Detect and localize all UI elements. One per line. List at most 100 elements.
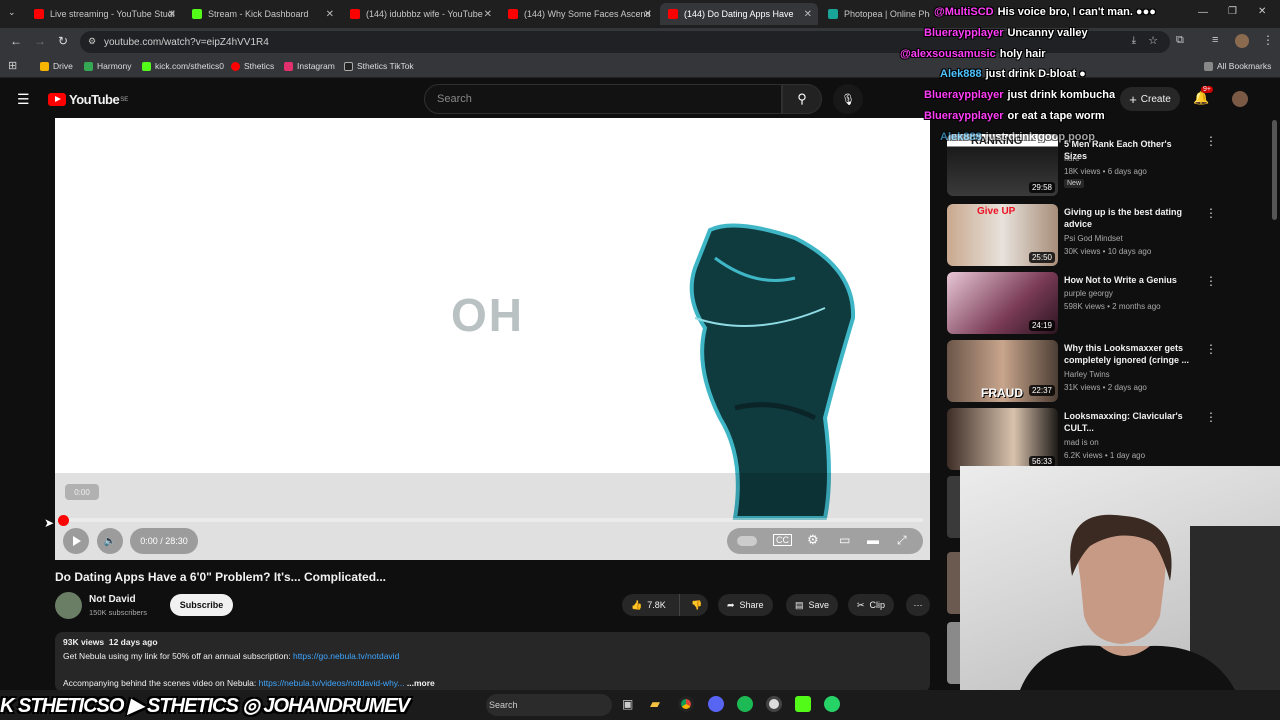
tab-1[interactable]: Stream - Kick Dashboard ✕ [184,3,340,25]
close-icon[interactable]: ✕ [644,9,652,20]
account-avatar[interactable] [1232,91,1248,107]
forward-icon[interactable]: → [34,34,46,48]
subscribe-button[interactable]: Subscribe [170,594,233,616]
search-icon: ⚲ [797,91,807,106]
bookmark-instagram[interactable]: Instagram [284,61,335,71]
video-thumbnail[interactable] [947,622,960,684]
share-button[interactable]: ➦ Share [718,594,773,616]
search-button[interactable]: ⚲ [782,84,822,114]
video-thumbnail[interactable] [947,476,960,538]
video-player[interactable]: OH 0:00 🔈 0:00 / 28:30 CC ⚙ ▭ ▬ ⤢ [55,118,930,560]
tab-2[interactable]: (144) idubbbz wife - YouTube ✕ [342,3,498,25]
nebula-link[interactable]: https://go.nebula.tv/notdavid [293,651,399,661]
recommendation-channel[interactable]: flare [1064,154,1080,163]
tab-3[interactable]: (144) Why Some Faces Ascend ✕ [500,3,658,25]
recommendation-channel[interactable]: Harley Twins [1064,370,1110,379]
tab-0[interactable]: Live streaming - YouTube Studi ✕ [26,3,182,25]
miniplayer-icon[interactable]: ▭ [839,533,850,547]
video-thumbnail[interactable]: Give UP 25:50 [947,204,1058,266]
more-options-icon[interactable]: ⋮ [1205,410,1217,424]
nebula-video-link[interactable]: https://nebula.tv/videos/notdavid-why... [259,678,405,688]
settings-icon[interactable]: ⚙ [807,532,819,548]
more-options-icon[interactable]: ⋮ [1205,134,1217,148]
more-options-icon[interactable]: ⋮ [1205,274,1217,288]
browser-menu-icon[interactable]: ⋮ [1262,33,1274,47]
bookmark-sthetics[interactable]: Sthetics [231,61,274,71]
recommendation-item[interactable]: 24:19 How Not to Write a Genius purple g… [947,272,1257,336]
video-thumbnail[interactable]: 56:33 [947,408,1058,470]
media-control-icon[interactable]: ≡ [1212,34,1218,46]
apps-icon[interactable]: ⊞ [8,59,17,72]
back-icon[interactable]: ← [10,34,22,48]
minimize-icon[interactable]: — [1198,7,1208,18]
site-info-icon[interactable]: ⚙ [88,36,96,47]
autoplay-toggle[interactable] [737,536,757,546]
recommendation-channel[interactable]: purple georgy [1064,289,1113,298]
recommendation-channel[interactable]: Psi God Mindset [1064,234,1123,243]
recommendation-item[interactable]: Give UP 25:50 Giving up is the best dati… [947,204,1257,268]
chrome-icon[interactable] [678,696,694,712]
taskbar-search[interactable]: Search [486,694,612,716]
tab-search-icon[interactable]: ⌄ [8,7,16,18]
theater-mode-icon[interactable]: ▬ [867,533,879,547]
video-thumbnail[interactable]: RANKING 29:58 [947,134,1058,196]
description-box[interactable]: 93K views 12 days ago Get Nebula using m… [55,632,930,692]
bookmark-kick[interactable]: kick.com/sthetics0 [142,61,224,71]
recommendation-channel[interactable]: mad is on [1064,438,1099,447]
tab-5[interactable]: Photopea | Online Photo E [820,3,930,25]
task-view-icon[interactable]: ▣ [622,697,633,711]
guide-menu-icon[interactable]: ☰ [17,91,30,108]
voice-search-button[interactable]: 🎙 [833,84,863,114]
reload-icon[interactable]: ↻ [58,34,68,48]
close-icon[interactable]: ✕ [484,9,492,20]
recommendation-item[interactable]: RANKING 29:58 5 Men Rank Each Other's Si… [947,134,1257,198]
close-icon[interactable]: ✕ [804,9,812,20]
youtube-logo[interactable]: YouTube SE [48,92,128,107]
more-actions-button[interactable]: ⋯ [906,594,930,616]
progress-handle[interactable] [58,515,69,526]
maximize-icon[interactable]: ❐ [1228,6,1237,17]
close-icon[interactable]: ✕ [168,9,176,20]
fullscreen-icon[interactable]: ⤢ [897,533,907,548]
subtitles-icon[interactable]: CC [773,534,792,546]
bookmark-tiktok[interactable]: Sthetics TikTok [344,61,414,71]
obs-icon[interactable] [766,696,782,712]
video-thumbnail[interactable] [947,552,960,614]
recommendation-item[interactable]: 56:33 Looksmaxxing: Clavicular's CULT...… [947,408,1257,472]
dislike-button[interactable]: 👎 [685,600,702,611]
channel-avatar[interactable] [55,592,82,619]
install-icon[interactable]: ⤓ [1132,35,1136,46]
notifications-button[interactable]: 🔔 9+ [1193,86,1213,106]
tab-4-active[interactable]: (144) Do Dating Apps Have ✕ [660,3,818,25]
volume-button[interactable]: 🔈 [97,528,123,554]
video-thumbnail[interactable]: 24:19 [947,272,1058,334]
extensions-icon[interactable]: ⧉ [1176,34,1184,47]
bookmark-star-icon[interactable]: ☆ [1148,34,1158,47]
create-button[interactable]: + Create [1120,87,1180,111]
recommendation-item[interactable]: FRAUD 22:37 Why this Looksmaxxer gets co… [947,340,1257,404]
save-button[interactable]: ▤ Save [786,594,839,616]
file-explorer-icon[interactable]: ▰ [650,696,660,712]
play-button[interactable] [63,528,89,554]
sidebar-scrollbar[interactable] [1272,120,1277,220]
all-bookmarks[interactable]: All Bookmarks [1204,61,1271,71]
channel-name[interactable]: Not David [89,594,136,605]
search-input[interactable]: Search [424,84,782,114]
more-options-icon[interactable]: ⋮ [1205,206,1217,220]
more-options-icon[interactable]: ⋮ [1205,342,1217,356]
bookmark-harmony[interactable]: Harmony [84,61,131,71]
show-more-button[interactable]: ...more [407,678,435,688]
discord-icon[interactable] [708,696,724,712]
progress-bar[interactable] [63,518,923,522]
youtube-icon [350,9,360,19]
close-icon[interactable]: ✕ [326,9,334,20]
profile-avatar[interactable] [1235,34,1249,48]
bookmark-drive[interactable]: Drive [40,61,73,71]
like-button[interactable]: 👍 7.8K [622,594,680,616]
clip-button[interactable]: ✂ Clip [848,594,895,616]
window-close-icon[interactable]: ✕ [1258,6,1266,17]
kick-app-icon[interactable] [795,696,811,712]
video-thumbnail[interactable]: FRAUD 22:37 [947,340,1058,402]
spotify-icon[interactable] [737,696,753,712]
whatsapp-icon[interactable] [824,696,840,712]
